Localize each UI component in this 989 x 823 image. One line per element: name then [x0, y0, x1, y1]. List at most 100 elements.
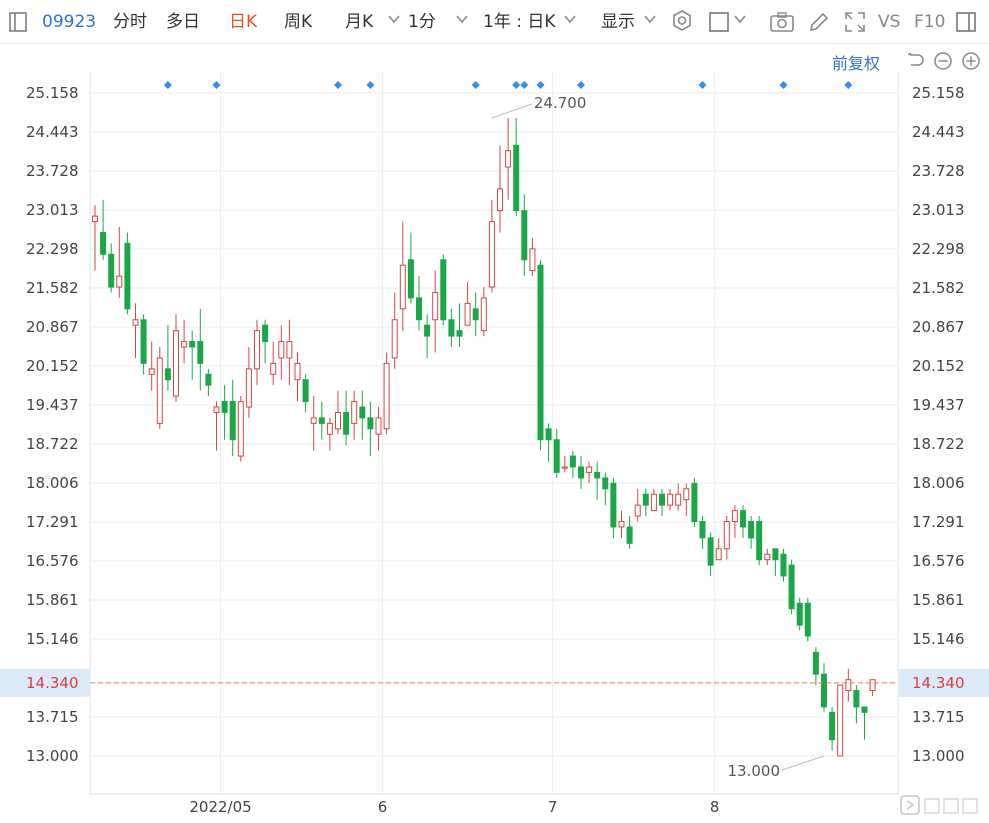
y-tick-label-right: 23.728: [912, 162, 965, 180]
candle-body: [659, 493, 665, 506]
event-marker: [512, 81, 521, 89]
y-tick-label-right: 24.443: [912, 123, 965, 141]
candle-body: [448, 319, 455, 337]
candle: [853, 685, 860, 724]
candle-body: [286, 341, 293, 359]
candle-body: [788, 564, 795, 610]
y-tick-label-right: 15.861: [912, 591, 965, 609]
candle-body: [553, 439, 560, 473]
candle: [667, 488, 674, 511]
x-tick-label: 7: [548, 798, 558, 816]
candle: [343, 390, 350, 446]
candle: [310, 396, 317, 451]
candle: [205, 368, 212, 397]
candle-body: [383, 362, 390, 430]
candle: [326, 417, 333, 451]
candle-body: [270, 362, 277, 375]
candle-body: [497, 188, 503, 212]
candle-body: [302, 379, 309, 403]
y-tick-label-left: 21.582: [26, 279, 79, 297]
candle: [513, 117, 520, 217]
candle-body: [181, 341, 188, 348]
y-tick-label-left: 20.867: [26, 318, 79, 336]
candle-body: [310, 417, 317, 424]
x-tick-label: 2022/05: [189, 798, 251, 816]
candle: [748, 516, 755, 549]
event-marker: [577, 81, 585, 89]
y-tick-label-right: 23.013: [912, 201, 965, 219]
candle-body: [869, 679, 876, 692]
candle: [740, 505, 746, 538]
candle-body: [602, 477, 609, 490]
y-tick-label-right: 17.291: [912, 513, 965, 531]
candle-body: [756, 521, 763, 561]
candle-body: [148, 368, 155, 375]
max-price-label: 24.700: [534, 94, 587, 112]
candle: [254, 319, 260, 386]
candle-body: [294, 362, 301, 381]
candle-body: [650, 493, 657, 512]
candle-body: [375, 417, 382, 435]
candle-body: [578, 466, 584, 479]
x-tick-label: 8: [710, 798, 720, 816]
candle: [294, 352, 301, 402]
candle: [561, 456, 568, 473]
candle: [723, 516, 730, 560]
candle-body: [237, 401, 244, 457]
candle: [480, 287, 487, 337]
y-tick-label-right: 21.582: [912, 279, 965, 297]
event-marker: [536, 81, 545, 89]
candlestick-chart[interactable]: 25.158 25.158 24.443 24.443 23.728 23.728 23.0…: [0, 0, 989, 823]
candle: [845, 668, 852, 702]
candle-body: [132, 319, 139, 326]
candle: [626, 516, 633, 549]
y-tick-label-right: 19.437: [912, 396, 965, 414]
candle-body: [124, 242, 131, 310]
candle-body: [326, 422, 333, 435]
candle-body: [772, 548, 779, 561]
candle-body: [407, 259, 414, 299]
y-tick-label-right: 20.152: [912, 357, 965, 375]
candle: [829, 706, 836, 751]
y-tick-label-left: 23.728: [26, 162, 79, 180]
candle-body: [667, 493, 674, 506]
candle-body: [537, 264, 544, 441]
y-tick-label-right: 15.146: [912, 630, 965, 648]
candle: [675, 483, 682, 511]
candle: [221, 385, 228, 440]
candle: [116, 227, 123, 298]
candle-body: [213, 406, 220, 413]
candle: [416, 276, 422, 331]
candle: [302, 374, 309, 413]
candle-body: [748, 521, 755, 539]
candle-body: [618, 521, 625, 528]
candle: [100, 199, 107, 260]
watermark-logo: [899, 794, 985, 822]
candle-body: [731, 510, 738, 523]
y-tick-label-left: 15.861: [26, 591, 79, 609]
candle-body: [416, 297, 422, 321]
candle-body: [561, 466, 568, 469]
current-price-label-left: 14.340: [26, 674, 79, 692]
y-tick-label-right: 18.006: [912, 474, 965, 492]
candle-body: [610, 482, 617, 528]
y-tick-label-right: 22.298: [912, 240, 965, 258]
candle-body: [594, 471, 601, 479]
candle-body: [569, 455, 576, 468]
y-tick-label-left: 20.152: [26, 357, 79, 375]
candle: [432, 270, 439, 353]
candle-body: [399, 264, 406, 310]
candle: [318, 401, 325, 440]
candle: [756, 516, 763, 566]
candle: [772, 548, 779, 577]
event-marker: [334, 81, 342, 89]
candle: [553, 428, 560, 478]
candle: [270, 341, 277, 386]
candle-body: [821, 673, 827, 708]
candle-body: [691, 482, 698, 523]
candle: [659, 488, 665, 517]
candle: [699, 516, 706, 549]
y-tick-label-left: 17.291: [26, 513, 79, 531]
candle-body: [529, 248, 536, 272]
candle: [812, 646, 819, 686]
